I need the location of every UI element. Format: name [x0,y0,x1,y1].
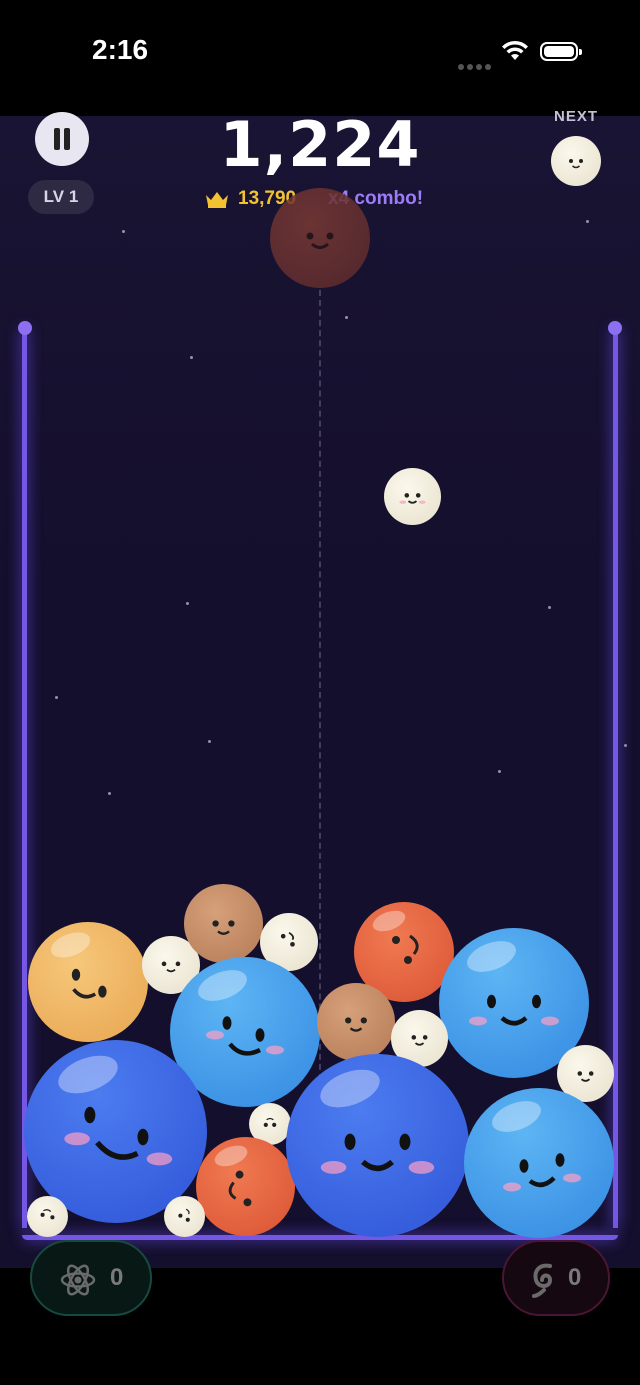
atom-powerup-button[interactable]: 0 [30,1240,152,1316]
next-planet-preview [551,136,601,186]
signal-icon [458,55,494,74]
planet-tan [184,884,263,963]
atom-icon [60,1264,96,1296]
score: 1,224 [219,108,421,181]
planet-earth [464,1088,614,1238]
swirl-icon [532,1263,553,1298]
falling-moon-planet [384,468,441,525]
planet-tan [317,983,395,1061]
atom-powerup-count: 0 [110,1264,124,1291]
status-bar: 2:16 [0,0,640,116]
planet-neptune [286,1054,469,1237]
swirl-powerup-button[interactable]: 0 [502,1240,610,1316]
drop-preview-planet[interactable] [270,188,370,288]
wifi-icon [502,40,528,60]
planet-moon [164,1196,205,1237]
battery-icon [540,42,582,61]
swirl-powerup-count: 0 [568,1264,582,1291]
planet-mars [196,1137,295,1236]
planet-gold [28,922,148,1042]
level-badge: LV 1 [28,180,94,214]
crown-icon [206,191,228,208]
container-right-cap [608,321,622,335]
planet-face-icon [306,232,334,249]
container-left-cap [18,321,32,335]
next-label: NEXT [554,108,599,125]
planet-moon [27,1196,68,1237]
status-time: 2:16 [92,34,149,65]
